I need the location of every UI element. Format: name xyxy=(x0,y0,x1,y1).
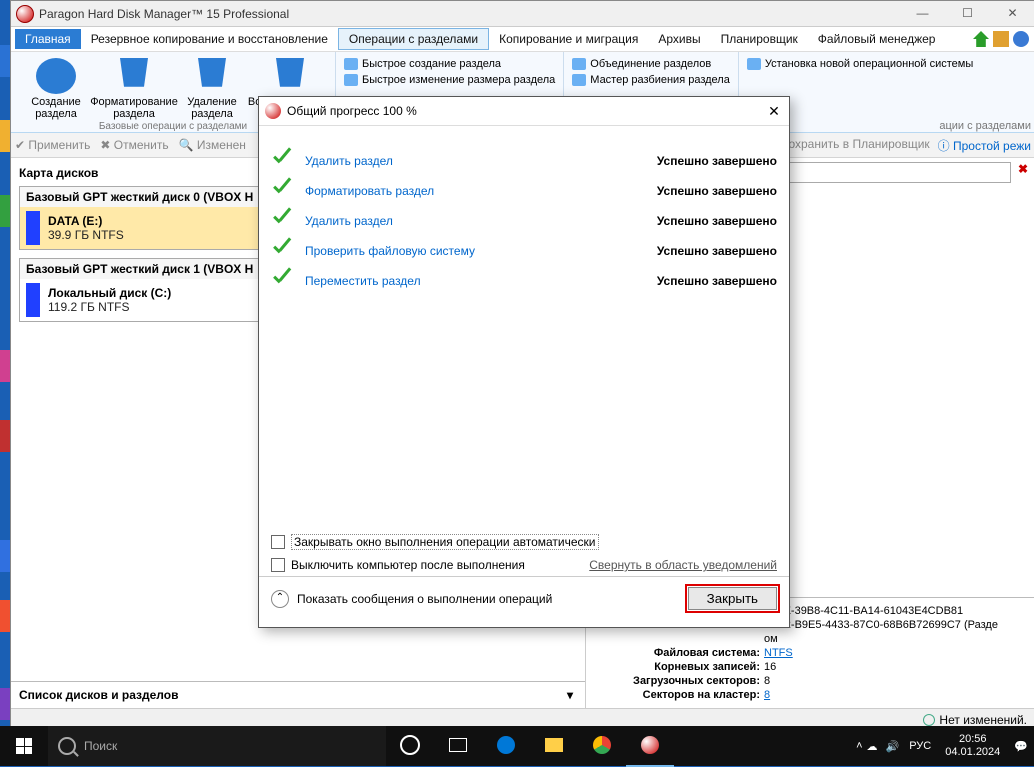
fast-resize-icon xyxy=(344,74,358,86)
ribbon-right-caption: ации с разделами xyxy=(939,120,1031,132)
language-indicator[interactable]: РУС xyxy=(909,740,931,752)
explorer-icon[interactable] xyxy=(530,725,578,765)
menubar: Главная Резервное копирование и восстано… xyxy=(11,27,1034,52)
clear-search-icon[interactable]: ✖ xyxy=(1015,162,1031,183)
op-status: Успешно завершено xyxy=(657,214,777,228)
menu-scheduler[interactable]: Планировщик xyxy=(711,29,808,49)
auto-close-checkbox[interactable] xyxy=(271,535,285,549)
install-os-button[interactable]: Установка новой операционной системы xyxy=(747,58,1027,70)
dialog-icon xyxy=(265,103,281,119)
home-icon[interactable] xyxy=(973,31,989,47)
op-status: Успешно завершено xyxy=(657,154,777,168)
chrome-icon[interactable] xyxy=(578,725,626,765)
fast-create-button[interactable]: Быстрое создание раздела xyxy=(344,58,555,70)
onedrive-icon[interactable]: ☁ xyxy=(867,740,878,753)
clock[interactable]: 20:5604.01.2024 xyxy=(945,733,1000,759)
menu-filemgr[interactable]: Файловый менеджер xyxy=(808,29,946,49)
chevron-down-icon[interactable]: ▾ xyxy=(563,688,577,702)
auto-close-label: Закрывать окно выполнения операции автом… xyxy=(291,534,599,550)
menu-archives[interactable]: Архивы xyxy=(648,29,710,49)
op-row: Переместить разделУспешно завершено xyxy=(271,266,777,296)
tools-icon[interactable] xyxy=(993,31,1009,47)
op-name[interactable]: Удалить раздел xyxy=(305,214,657,228)
split-wizard-button[interactable]: Мастер разбиения раздела xyxy=(572,74,730,86)
titlebar: Paragon Hard Disk Manager™ 15 Profession… xyxy=(11,1,1034,27)
taskbar-search[interactable]: Поиск xyxy=(48,726,386,766)
install-os-icon xyxy=(747,58,761,70)
dialog-close-icon[interactable]: ✕ xyxy=(759,103,789,120)
sectors-link[interactable]: 8 xyxy=(764,689,770,701)
shutdown-label: Выключить компьютер после выполнения xyxy=(291,558,525,572)
paragon-taskbar-icon[interactable] xyxy=(626,725,674,767)
help-icon[interactable] xyxy=(1013,31,1029,47)
merge-button[interactable]: Объединение разделов xyxy=(572,58,730,70)
shutdown-checkbox[interactable] xyxy=(271,558,285,572)
op-name[interactable]: Проверить файловую систему xyxy=(305,244,657,258)
search-icon xyxy=(58,737,76,755)
close-button[interactable]: ✕ xyxy=(990,1,1034,26)
apply-button[interactable]: ✔ Применить xyxy=(15,138,90,152)
show-messages-label: Показать сообщения о выполнении операций xyxy=(297,592,552,606)
fast-create-icon xyxy=(344,58,358,70)
taskbar: Поиск ˄ ☁ 🔊 РУС 20:5604.01.2024 💬 xyxy=(0,726,1034,766)
taskview-icon[interactable] xyxy=(434,725,482,765)
checkmark-icon xyxy=(271,150,293,172)
maximize-button[interactable]: ☐ xyxy=(945,1,990,26)
op-name[interactable]: Удалить раздел xyxy=(305,154,657,168)
cortana-icon[interactable] xyxy=(386,725,434,765)
simple-mode-button[interactable]: ⓘ Простой режи xyxy=(938,137,1031,154)
checkmark-icon xyxy=(271,180,293,202)
status-text: Нет изменений. xyxy=(939,713,1027,727)
checkmark-icon xyxy=(271,270,293,292)
system-tray[interactable]: ˄ ☁ 🔊 РУС 20:5604.01.2024 💬 xyxy=(856,733,1034,759)
progress-dialog: Общий прогресс 100 % ✕ Удалить разделУсп… xyxy=(258,96,790,628)
op-row: Удалить разделУспешно завершено xyxy=(271,206,777,236)
app-icon xyxy=(16,5,34,23)
op-status: Успешно завершено xyxy=(657,274,777,288)
diskmap-title: Карта дисков xyxy=(19,166,98,180)
dialog-title: Общий прогресс 100 % xyxy=(287,104,759,118)
window-title: Paragon Hard Disk Manager™ 15 Profession… xyxy=(39,7,900,21)
disk-list-header[interactable]: Список дисков и разделов▾ xyxy=(11,681,585,708)
operations-list: Удалить разделУспешно завершеноФорматиро… xyxy=(259,126,789,530)
op-name[interactable]: Переместить раздел xyxy=(305,274,657,288)
volume-icon[interactable]: 🔊 xyxy=(886,740,900,753)
menu-partitions[interactable]: Операции с разделами xyxy=(338,28,489,50)
format-partition-button[interactable]: Форматирование раздела xyxy=(95,56,173,120)
expand-messages-icon[interactable]: ⌃ xyxy=(271,590,289,608)
create-partition-button[interactable]: Создание раздела xyxy=(17,56,95,120)
menu-backup[interactable]: Резервное копирование и восстановление xyxy=(81,29,338,49)
delete-partition-button[interactable]: Удаление раздела xyxy=(173,56,251,120)
minimize-button[interactable]: — xyxy=(900,1,945,26)
op-status: Успешно завершено xyxy=(657,184,777,198)
op-row: Удалить разделУспешно завершено xyxy=(271,146,777,176)
checkmark-icon xyxy=(271,210,293,232)
edge-icon[interactable] xyxy=(482,725,530,765)
wizard-icon xyxy=(572,74,586,86)
partition-bar-icon xyxy=(26,283,40,317)
checkmark-icon xyxy=(271,240,293,262)
status-dot-icon xyxy=(923,714,935,726)
fast-resize-button[interactable]: Быстрое изменение размера раздела xyxy=(344,74,555,86)
op-row: Проверить файловую системуУспешно заверш… xyxy=(271,236,777,266)
merge-icon xyxy=(572,58,586,70)
op-name[interactable]: Форматировать раздел xyxy=(305,184,657,198)
start-button[interactable] xyxy=(0,726,48,766)
close-button[interactable]: Закрыть xyxy=(688,587,777,610)
op-row: Форматировать разделУспешно завершено xyxy=(271,176,777,206)
menu-copy[interactable]: Копирование и миграция xyxy=(489,29,648,49)
op-status: Успешно завершено xyxy=(657,244,777,258)
filesystem-link[interactable]: NTFS xyxy=(764,647,793,659)
changes-button[interactable]: 🔍 Изменен xyxy=(179,138,246,152)
minimize-to-tray-link[interactable]: Свернуть в область уведомлений xyxy=(589,558,777,572)
tray-up-icon[interactable]: ˄ xyxy=(856,740,862,752)
cancel-button[interactable]: ✖ Отменить xyxy=(100,138,168,152)
partition-bar-icon xyxy=(26,211,40,245)
menu-main[interactable]: Главная xyxy=(15,29,81,49)
notifications-icon[interactable]: 💬 xyxy=(1014,740,1028,753)
